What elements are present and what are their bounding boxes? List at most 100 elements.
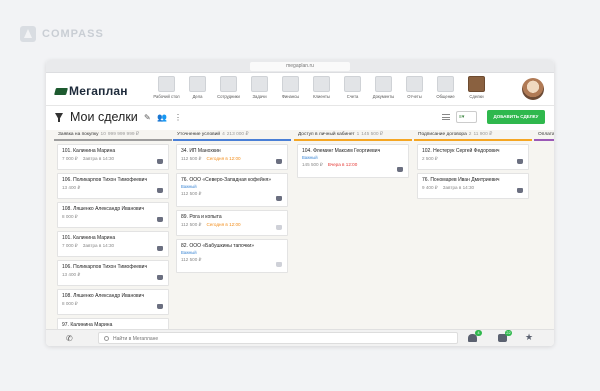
notifications-bell-icon[interactable]: 4	[468, 330, 482, 342]
column-deal-count: 1	[356, 132, 360, 137]
favorites-star-icon[interactable]: ★	[525, 332, 534, 342]
deal-title: 101. Калинина Марина	[62, 235, 116, 241]
deal-title: 108. Ляшенко Александр Иванович	[62, 293, 145, 299]
basket-icon[interactable]	[276, 225, 282, 230]
nav-item[interactable]: Документы	[368, 76, 399, 99]
filter-icon[interactable]	[55, 113, 63, 122]
list-view-icon[interactable]	[442, 114, 450, 120]
nav-item[interactable]: Сделки	[461, 76, 492, 99]
column-header[interactable]: Заявка на покупку 10 999 999 999 ₽	[54, 130, 172, 141]
invoices-icon	[344, 76, 361, 92]
deal-amount: 8 000 ₽	[62, 214, 78, 219]
column-cards	[534, 141, 554, 144]
deal-card[interactable]: 106. Поликарпов Тихон Тимофеевич 13 400 ₽	[57, 260, 169, 286]
nav-item[interactable]: Счета	[337, 76, 368, 99]
deal-title: 97. Калинина Марина	[62, 322, 113, 328]
nav-item-label: Дела	[192, 94, 203, 99]
nav-item[interactable]: Общение	[430, 76, 461, 99]
search-box[interactable]	[98, 332, 458, 344]
logo-mark-icon	[54, 87, 68, 95]
deal-meta: 7 000 ₽ Завтра в 14:30	[62, 156, 164, 162]
basket-icon[interactable]	[517, 188, 523, 193]
avatar[interactable]	[522, 78, 544, 100]
deal-meta: 2 500 ₽	[422, 156, 524, 162]
deal-title: 76. Пономарев Иван Дмитриевич	[422, 177, 500, 183]
deal-amount: 8 000 ₽	[62, 301, 78, 306]
basket-icon[interactable]	[157, 188, 163, 193]
search-icon	[104, 336, 109, 341]
nav-item[interactable]: Клиенты	[306, 76, 337, 99]
column-cards: 34. ИП Манохкин 112 500 ₽ Сегодня в 12:00 7…	[173, 141, 291, 273]
nav-item[interactable]: Задачи	[244, 76, 275, 99]
column-header[interactable]: Доступ в личный кабинет 1 145 500 ₽	[294, 130, 412, 141]
deal-card[interactable]: 76. Пономарев Иван Дмитриевич 9 400 ₽ Завт…	[417, 173, 529, 199]
basket-icon[interactable]	[157, 246, 163, 251]
deal-amount: 145 500 ₽	[302, 162, 323, 167]
basket-icon[interactable]	[157, 275, 163, 280]
deal-due: Сегодня в 12:00	[206, 222, 241, 227]
deal-amount: 13 400 ₽	[62, 272, 81, 277]
communication-icon	[437, 76, 454, 92]
deal-card[interactable]: 104. Флеминг Максим Георгиевич Важный 145 …	[297, 144, 409, 178]
deal-meta: 112 500 ₽	[181, 191, 283, 197]
basket-icon[interactable]	[276, 159, 282, 164]
add-participant-icon[interactable]: 👥	[157, 113, 167, 122]
messages-icon[interactable]: 22	[498, 330, 512, 342]
basket-icon[interactable]	[157, 159, 163, 164]
nav-item-label: Сделки	[469, 94, 484, 99]
column-cards: 104. Флеминг Максим Георгиевич Важный 145 …	[294, 141, 412, 178]
nav-item[interactable]: Финансы	[275, 76, 306, 99]
kanban-column: Заявка на покупку 10 999 999 999 ₽ 101. Кал…	[54, 130, 172, 329]
basket-icon[interactable]	[157, 217, 163, 222]
notifications-badge: 4	[475, 330, 482, 336]
deal-card[interactable]: 102. Нестерук Сергей Федорович 2 500 ₽	[417, 144, 529, 170]
edit-icon[interactable]: ✎	[144, 113, 151, 122]
kanban-column: Подписание договора 2 11 900 ₽ 102. Нестеру…	[414, 130, 532, 329]
deal-card[interactable]: 89. Рога и копыта 112 500 ₽ Сегодня в 12:0…	[176, 210, 288, 236]
add-deal-button[interactable]: Добавить сделку	[487, 110, 545, 124]
nav-item[interactable]: Отчеты	[399, 76, 430, 99]
basket-icon[interactable]	[276, 262, 282, 267]
deal-tag: Важный	[181, 184, 197, 189]
basket-icon[interactable]	[157, 304, 163, 309]
basket-icon[interactable]	[276, 196, 282, 201]
deal-meta: 145 500 ₽ Вчера в 12:00	[302, 162, 404, 168]
column-header[interactable]: Оплата	[534, 130, 554, 141]
basket-icon[interactable]	[517, 159, 523, 164]
deal-card[interactable]: 106. Поликарпов Тихон Тимофеевич 13 400 ₽	[57, 173, 169, 199]
phone-icon[interactable]: ✆	[66, 334, 73, 343]
deal-due: Завтра в 14:30	[82, 156, 115, 161]
column-cards: 101. Калинина Марина 7 000 ₽ Завтра в 14:3…	[54, 141, 172, 329]
deal-card[interactable]: 108. Ляшенко Александр Иванович 8 000 ₽	[57, 202, 169, 228]
basket-icon[interactable]	[397, 167, 403, 172]
app-logo[interactable]: Мегаплан	[54, 84, 128, 98]
deal-card[interactable]: 82. ООО «Бабушкины тапочки» Важный 112 500…	[176, 239, 288, 273]
address-bar[interactable]: megaplan.ru	[250, 62, 350, 71]
deal-title: 82. ООО «Бабушкины тапочки»	[181, 243, 254, 249]
search-input[interactable]	[113, 334, 413, 343]
deal-card[interactable]: 101. Калинина Марина 7 000 ₽ Завтра в 14:3…	[57, 144, 169, 170]
deal-card[interactable]: 76. ООО «Северо-Западная кофейня» Важный 1…	[176, 173, 288, 207]
deal-card[interactable]: 108. Ляшенко Александр Иванович 8 000 ₽	[57, 289, 169, 315]
column-header[interactable]: Подписание договора 2 11 900 ₽	[414, 130, 532, 141]
app-logo-text: Мегаплан	[69, 84, 128, 98]
kanban-column: Доступ в личный кабинет 1 145 500 ₽ 104. Фл…	[294, 130, 412, 329]
deal-due: Вчера в 12:00	[327, 162, 358, 167]
view-selector[interactable]: ≡▾	[456, 111, 477, 123]
compass-logo-icon	[20, 26, 36, 42]
nav-item[interactable]: Дела	[182, 76, 213, 99]
deal-title: 106. Поликарпов Тихон Тимофеевич	[62, 177, 148, 183]
nav-item[interactable]: Рабочий стол	[151, 76, 182, 99]
deal-card[interactable]: 34. ИП Манохкин 112 500 ₽ Сегодня в 12:00	[176, 144, 288, 170]
deal-card[interactable]: 101. Калинина Марина 7 000 ₽ Завтра в 14:3…	[57, 231, 169, 257]
column-header[interactable]: Уточнение условий 4 213 000 ₽	[173, 130, 291, 141]
top-navigation: Мегаплан Рабочий стол Дела Сотрудники Задач…	[46, 73, 554, 106]
deals-icon	[468, 76, 485, 92]
deal-card[interactable]: 97. Калинина Марина7 000 ₽Завтра в 14:30	[57, 318, 169, 329]
nav-item[interactable]: Сотрудники	[213, 76, 244, 99]
deal-amount: 112 500 ₽	[181, 257, 202, 262]
tasks-icon	[251, 76, 268, 92]
more-icon[interactable]: ⋮	[174, 113, 182, 122]
employees-icon	[220, 76, 237, 92]
kanban-column: Оплата	[534, 130, 554, 329]
